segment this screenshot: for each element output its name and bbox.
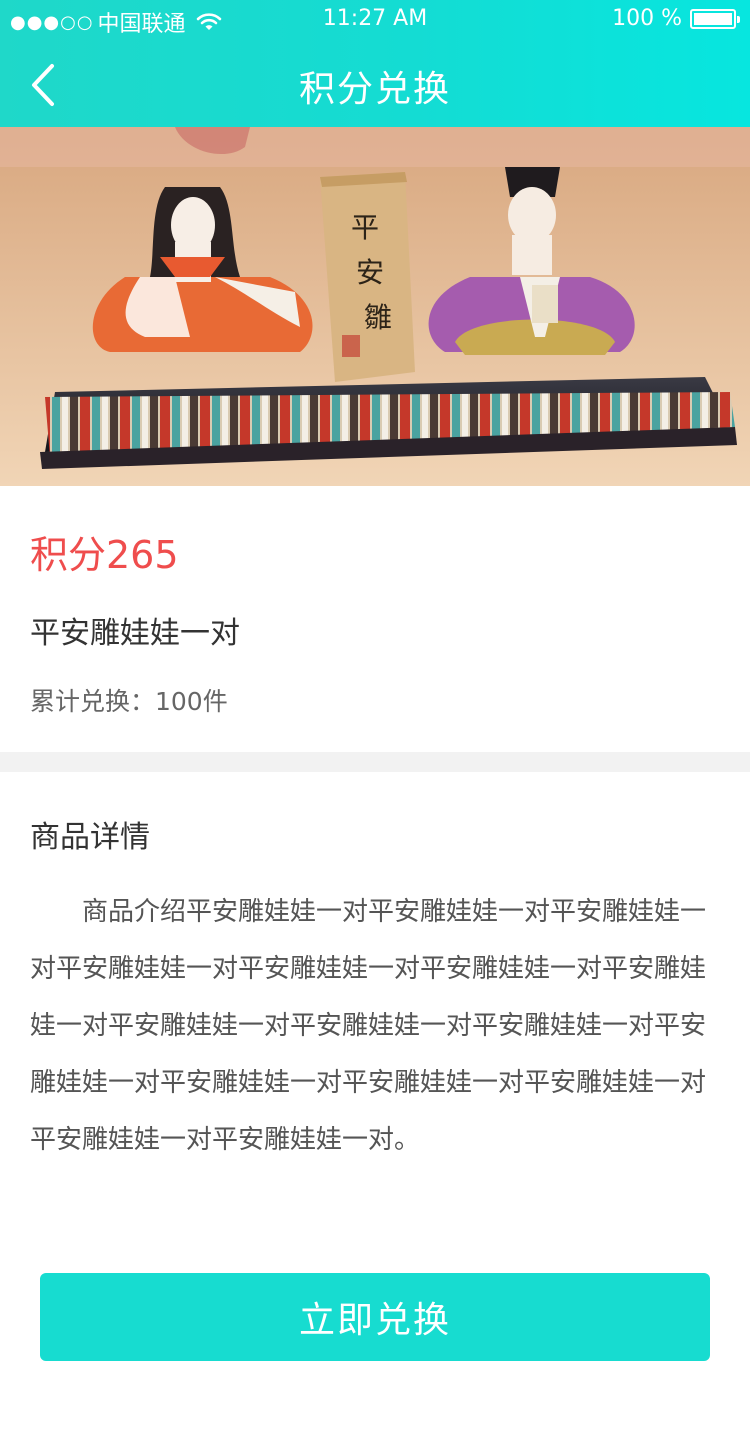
sign-text-1: 平 (351, 211, 379, 244)
battery-icon (690, 8, 740, 29)
exchange-now-button[interactable]: 立即兑换 (40, 1273, 710, 1361)
points-price: 积分265 (30, 533, 179, 577)
product-name: 平安雕娃娃一对 (30, 616, 240, 651)
product-info: 积分265 平安雕娃娃一对 累计兑换：100件 (0, 486, 750, 752)
app-header: ●●●○○ 中国联通 11:27 AM 100 % 积分兑换 (0, 0, 750, 127)
details-title: 商品详情 (30, 820, 150, 855)
page-title: 积分兑换 (298, 69, 451, 110)
product-image: 平 安 雛 (0, 127, 750, 486)
nav-bar: 积分兑换 (0, 40, 750, 127)
exchange-count: 累计兑换：100件 (30, 687, 228, 716)
battery-percent: 100 % (612, 6, 682, 31)
status-bar: ●●●○○ 中国联通 11:27 AM 100 % (0, 0, 750, 40)
details-text: 商品介绍平安雕娃娃一对平安雕娃娃一对平安雕娃娃一对平安雕娃娃一对平安雕娃娃一对平… (30, 897, 707, 1155)
hina-dolls-illustration: 平 安 雛 (0, 127, 750, 486)
section-divider (0, 752, 750, 772)
status-right: 100 % (612, 6, 740, 31)
sign-text-2: 安 (356, 256, 384, 289)
sign-text-3: 雛 (364, 301, 392, 334)
